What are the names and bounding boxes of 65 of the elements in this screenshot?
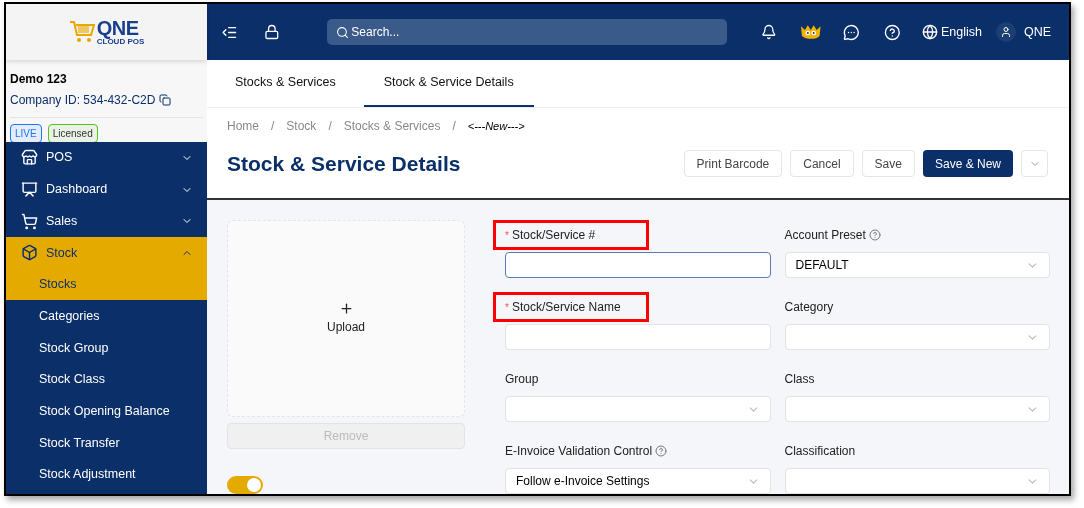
globe-icon [921,24,938,40]
tab[interactable]: Stocks & Services [215,59,356,107]
upload-label: Upload [327,319,365,337]
mascot-icon[interactable] [800,24,822,40]
select-field[interactable] [505,396,771,422]
breadcrumb-separator: / [271,118,275,135]
submenu-item[interactable]: Categories [6,300,207,333]
box-icon [21,244,38,262]
search-field[interactable]: Search... [327,19,728,45]
select-field[interactable]: DEFAULT [784,252,1050,278]
required-icon: * [505,299,509,315]
logo-tagline: CLOUD POS [96,38,145,46]
select-field[interactable]: Follow e-Invoice Settings [505,468,771,494]
field-label: Group [505,371,539,388]
breadcrumb-separator: / [328,118,332,135]
field-label: Category [784,299,834,316]
cart-icon [21,212,38,230]
field-label: * Stock/Service # [505,226,596,244]
user-name[interactable]: QNE [1023,22,1052,42]
submenu-item[interactable]: Stock Transfer [6,427,207,459]
submenu-item[interactable]: Stock Group [6,332,207,364]
breadcrumb-separator: / [452,118,456,135]
select-field[interactable] [784,324,1050,350]
required-icon: * [505,227,509,243]
submenu-item[interactable]: Stock Adjustment [6,458,207,491]
chat-icon[interactable] [842,23,860,41]
submenu-item[interactable]: Stocks [6,268,207,301]
field-label: * Stock/Service Name [505,298,621,316]
action-button[interactable]: Save [861,150,915,178]
copy-icon[interactable] [159,94,172,106]
action-button[interactable]: Print Barcode [683,150,783,178]
menu-item[interactable]: POS [6,142,207,174]
field-label: E-Invoice Validation Control [505,442,668,460]
lock-icon[interactable] [263,24,280,40]
language-button[interactable]: English [921,22,982,42]
save-new-button[interactable]: Save & New [922,150,1013,178]
field-label: Account Preset [784,226,881,244]
submenu-item[interactable]: Stock Class [6,363,207,396]
monitor-icon [21,181,38,199]
breadcrumb-item[interactable]: Stocks & Services [343,117,441,135]
text-field[interactable] [505,252,771,278]
breadcrumb-item: <---New---> [467,118,525,134]
upload-area[interactable]: Upload [227,220,465,418]
action-button[interactable]: Cancel [790,150,854,178]
field-label: Class [784,371,815,388]
page-title: Stock & Service Details [227,151,462,177]
user-avatar[interactable] [995,22,1016,42]
search-icon [336,26,350,39]
breadcrumb-item[interactable]: Home [227,117,259,135]
menu-item[interactable]: Dashboard [6,173,207,206]
plus-icon [338,301,354,317]
breadcrumb-item[interactable]: Stock [286,117,317,135]
select-field[interactable] [784,396,1050,422]
menu-item[interactable]: Stock [6,237,207,269]
cart-logo-icon [68,20,95,44]
field-label: Classification [784,443,856,460]
company-name: Demo 123 [10,71,68,88]
menu-item[interactable]: Sales [6,205,207,238]
logo-name: QNE [96,18,140,38]
toggle-switch[interactable] [227,476,263,494]
store-icon [21,149,38,167]
company-id: Company ID: 534-432-C2D [10,92,156,109]
bell-icon[interactable] [761,24,778,40]
submenu-item[interactable]: Stock Opening Balance [6,395,207,428]
select-field[interactable] [784,468,1050,494]
